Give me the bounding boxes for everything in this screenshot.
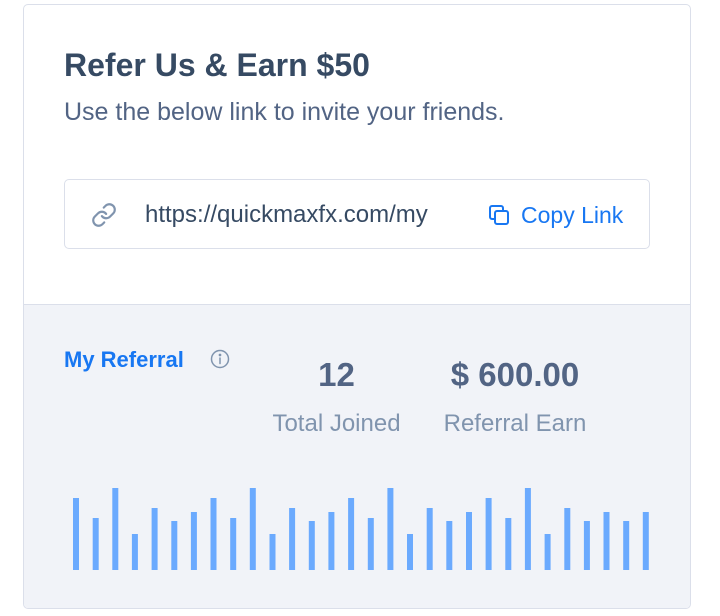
chart-bar — [564, 508, 571, 570]
stat-referral-earn: $ 600.00 Referral Earn — [440, 355, 590, 441]
chart-bar — [466, 512, 472, 570]
chart-bar — [131, 534, 138, 570]
chart-bar — [230, 518, 237, 570]
copy-link-button[interactable]: Copy Link — [487, 198, 623, 232]
chart-bar — [73, 498, 79, 570]
my-referral-label: My Referral — [64, 347, 184, 372]
chart-bar — [190, 512, 197, 570]
link-icon — [92, 203, 116, 227]
total-joined-value: 12 — [318, 356, 355, 393]
chart-bar — [485, 498, 492, 570]
refer-header: Refer Us & Earn $50 Use the below link t… — [24, 5, 690, 305]
refer-card: Refer Us & Earn $50 Use the below link t… — [23, 4, 691, 609]
chart-bar — [387, 488, 394, 570]
chart-bar — [623, 521, 630, 570]
chart-bar — [308, 521, 315, 570]
chart-bar — [544, 534, 551, 570]
chart-bar — [446, 521, 453, 570]
chart-bar — [348, 498, 355, 570]
copy-link-label: Copy Link — [521, 202, 624, 228]
chart-bar — [92, 518, 99, 570]
chart-bar — [367, 518, 374, 570]
info-icon[interactable] — [210, 349, 230, 369]
chart-bar — [112, 488, 119, 570]
chart-bar — [328, 512, 335, 570]
chart-bar — [505, 518, 512, 570]
chart-bar — [603, 512, 610, 570]
chart-bar — [210, 498, 217, 570]
chart-bar — [407, 534, 413, 570]
chart-bar — [524, 488, 531, 570]
card-subtitle: Use the below link to invite your friend… — [64, 98, 505, 126]
referral-earn-value: $ 600.00 — [450, 356, 580, 393]
copy-icon — [489, 205, 509, 225]
referral-link-box: https://quickmaxfx.com/my Copy Link — [64, 179, 650, 249]
chart-bar — [151, 508, 158, 570]
referral-earn-label: Referral Earn — [443, 410, 587, 437]
chart-bar — [426, 508, 433, 570]
chart-bar — [289, 508, 296, 570]
chart-bar — [642, 512, 649, 570]
referral-url-field[interactable]: https://quickmaxfx.com/my — [145, 198, 455, 232]
total-joined-label: Total Joined — [272, 410, 401, 437]
chart-bar — [171, 521, 178, 570]
referral-bar-chart — [73, 488, 649, 570]
chart-bar — [269, 534, 276, 570]
referral-stats-panel: My Referral 12 Total Joined $ 600.00 Ref… — [24, 305, 690, 608]
chart-bar — [249, 488, 256, 570]
card-title: Refer Us & Earn $50 — [64, 47, 370, 83]
chart-bar — [583, 521, 590, 570]
stat-total-joined: 12 Total Joined — [264, 355, 409, 441]
